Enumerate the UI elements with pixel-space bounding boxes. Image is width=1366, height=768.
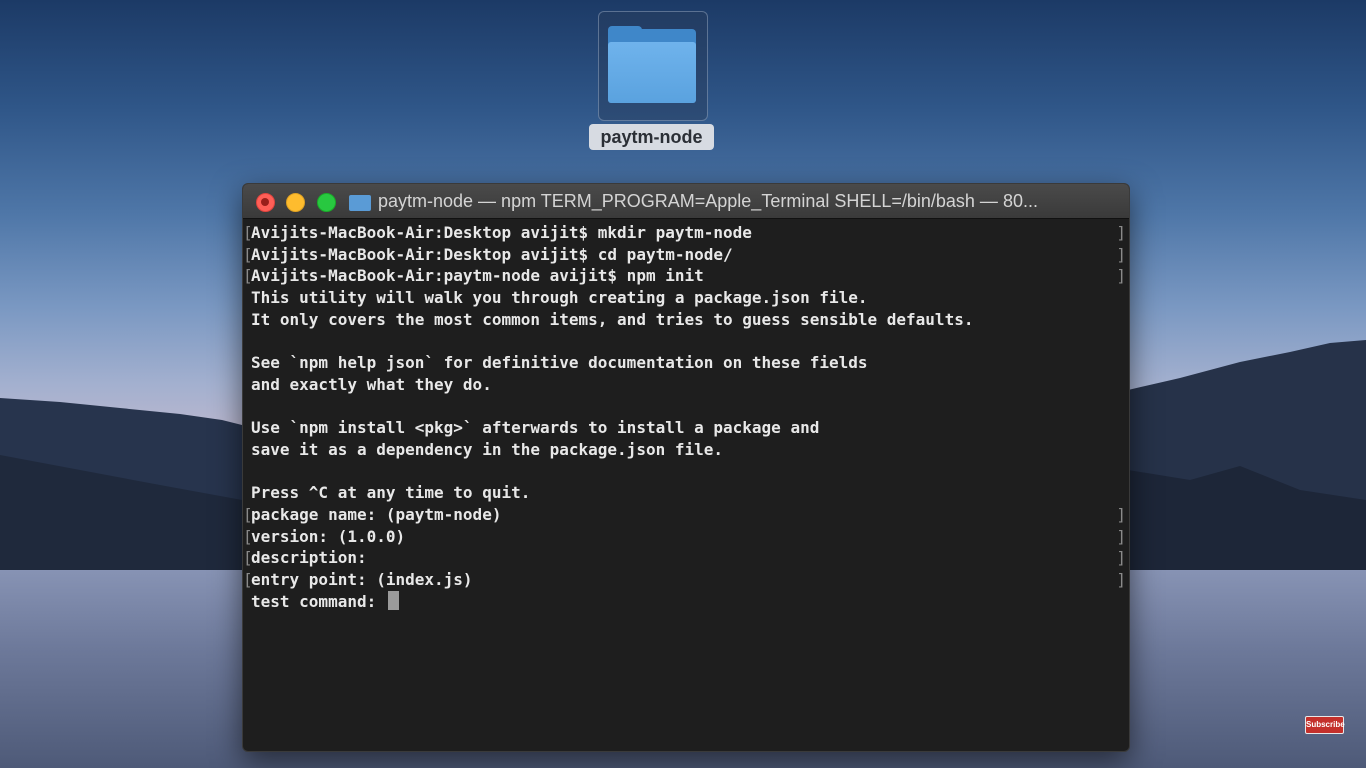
folder-front-shape — [608, 42, 696, 103]
terminal-line: [] package name: (paytm-node) — [243, 504, 1129, 526]
prompt-text: test command: — [251, 591, 386, 611]
mark-bracket-left: [ — [243, 526, 253, 546]
terminal-line-text: See `npm help json` for definitive docum… — [251, 353, 868, 373]
terminal-line-text: version: (1.0.0) — [251, 526, 406, 546]
terminal-line: [] Avijits-MacBook-Air:Desktop avijit$ mk… — [243, 222, 1129, 244]
terminal-line: save it as a dependency in the package.j… — [243, 439, 1129, 461]
terminal-output[interactable]: [] Avijits-MacBook-Air:Desktop avijit$ mk… — [243, 222, 1129, 747]
terminal-line: and exactly what they do. — [243, 374, 1129, 396]
terminal-line-text: description: — [251, 548, 367, 568]
terminal-line-text: Press ^C at any time to quit. — [251, 483, 531, 503]
mark-bracket-right: ] — [1116, 266, 1126, 286]
terminal-window[interactable]: paytm-node — npm TERM_PROGRAM=Apple_Term… — [242, 183, 1130, 752]
terminal-line: [] Avijits-MacBook-Air:paytm-node avijit$… — [243, 265, 1129, 287]
terminal-line-text: Avijits-MacBook-Air:Desktop avijit$ mkdi… — [251, 223, 752, 242]
terminal-line: [] description: — [243, 547, 1129, 569]
terminal-prompt-line[interactable]: test command: — [243, 590, 1129, 613]
mark-bracket-right: ] — [1116, 223, 1126, 242]
terminal-line-text: Avijits-MacBook-Air:Desktop avijit$ cd p… — [251, 244, 733, 264]
minimize-button[interactable] — [286, 193, 305, 212]
folder-icon[interactable] — [598, 11, 708, 121]
text-cursor — [387, 590, 399, 610]
terminal-line: [] Avijits-MacBook-Air:Desktop avijit$ cd… — [243, 244, 1129, 266]
terminal-line-text: save it as a dependency in the package.j… — [251, 439, 724, 459]
maximize-button[interactable] — [317, 193, 336, 212]
terminal-line-text: and exactly what they do. — [251, 374, 492, 394]
terminal-line-text: package name: (paytm-node) — [251, 504, 502, 524]
terminal-line-text: It only covers the most common items, an… — [251, 309, 974, 329]
subscribe-button[interactable]: Subscribe — [1305, 716, 1345, 734]
terminal-line: [] version: (1.0.0) — [243, 526, 1129, 548]
mark-bracket-right: ] — [1116, 526, 1126, 546]
mark-bracket-right: ] — [1116, 504, 1126, 524]
terminal-line-text: This utility will walk you through creat… — [251, 288, 868, 308]
mark-bracket-left: [ — [243, 570, 253, 589]
folder-label[interactable]: paytm-node — [589, 124, 714, 150]
terminal-title: paytm-node — npm TERM_PROGRAM=Apple_Term… — [378, 191, 1038, 211]
mark-bracket-right: ] — [1116, 548, 1126, 568]
mark-bracket-left: [ — [243, 548, 253, 568]
mark-bracket-left: [ — [243, 244, 253, 264]
mark-bracket-left: [ — [243, 504, 253, 524]
folder-icon — [349, 195, 371, 211]
mark-bracket-left: [ — [243, 223, 253, 242]
terminal-titlebar[interactable]: paytm-node — npm TERM_PROGRAM=Apple_Term… — [243, 184, 1129, 219]
terminal-line: Use `npm install <pkg>` afterwards to in… — [243, 417, 1129, 439]
terminal-line: It only covers the most common items, an… — [243, 309, 1129, 331]
terminal-line: See `npm help json` for definitive docum… — [243, 352, 1129, 374]
terminal-line-text: Use `npm install <pkg>` afterwards to in… — [251, 418, 820, 438]
close-button[interactable] — [256, 193, 275, 212]
terminal-line: This utility will walk you through creat… — [243, 287, 1129, 309]
terminal-line: Press ^C at any time to quit. — [243, 482, 1129, 504]
terminal-line-text: Avijits-MacBook-Air:paytm-node avijit$ n… — [251, 266, 704, 286]
mark-bracket-right: ] — [1116, 570, 1126, 589]
terminal-line-text: entry point: (index.js) — [251, 570, 473, 589]
terminal-line: [] entry point: (index.js) — [243, 569, 1129, 591]
mark-bracket-right: ] — [1116, 244, 1126, 264]
mark-bracket-left: [ — [243, 266, 253, 286]
